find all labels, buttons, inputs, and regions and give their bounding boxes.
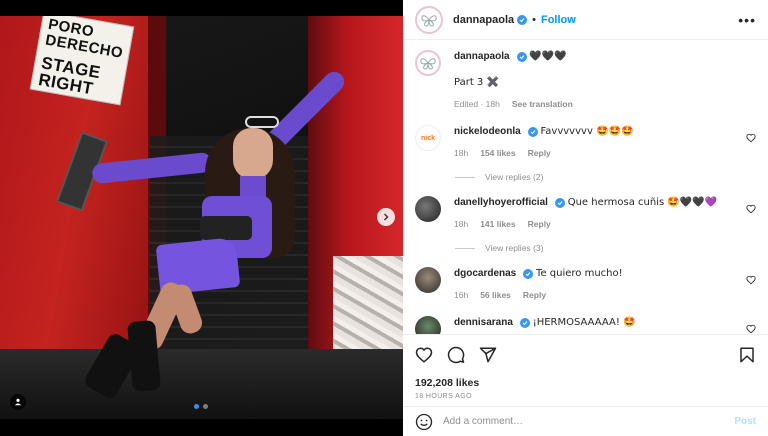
share-paper-plane-icon[interactable] <box>479 346 497 364</box>
post-comment-button[interactable]: Post <box>734 416 756 427</box>
butterfly-logo-icon <box>421 14 437 27</box>
carousel-dot <box>194 404 199 409</box>
post-media: PORO DERECHO STAGE RIGHT <box>0 0 403 436</box>
caption: dannapaola 🖤🖤🖤 Part 3 ✖️ Edited · 18h Se… <box>415 50 756 111</box>
comment-username[interactable]: danellyhoyerofficial <box>454 197 548 208</box>
verified-badge-icon <box>519 318 530 328</box>
edited-time: Edited · 18h <box>454 99 500 109</box>
post-actions: 192,208 likes 18 HOURS AGO Post <box>403 334 768 436</box>
figure-sunglasses <box>245 116 279 128</box>
carousel-dot <box>203 404 208 409</box>
comment-input[interactable] <box>443 416 735 427</box>
reply-button[interactable]: Reply <box>528 217 551 231</box>
stage-sign: PORO DERECHO STAGE RIGHT <box>29 16 135 106</box>
avatar[interactable] <box>415 50 441 76</box>
like-heart-icon[interactable] <box>415 346 433 364</box>
comment-meta: 18h 154 likes Reply <box>454 146 756 160</box>
heart-icon[interactable] <box>746 204 756 214</box>
comment-text: Te quiero mucho! <box>536 268 623 279</box>
caption-body: dannapaola 🖤🖤🖤 Part 3 ✖️ Edited · 18h Se… <box>454 50 756 111</box>
avatar[interactable] <box>415 316 441 334</box>
chevron-right-icon <box>384 213 389 221</box>
comment-username[interactable]: nickelodeonla <box>454 126 521 137</box>
comment: dennisarana ¡HERMOSAAAAA! 🤩 <box>415 316 756 334</box>
view-replies-label: View replies (3) <box>485 243 544 253</box>
comment-text: Favvvvvvv 🤩🤩🤩 <box>540 126 634 137</box>
avatar[interactable] <box>415 267 441 293</box>
more-options-icon[interactable]: ••• <box>738 12 756 28</box>
replies-line <box>455 176 475 178</box>
verified-badge-icon <box>517 14 528 25</box>
avatar[interactable] <box>415 196 441 222</box>
figure-face <box>233 128 273 180</box>
heart-icon[interactable] <box>746 324 756 334</box>
comment: danellyhoyerofficial Que hermosa cuñis 🤩… <box>415 196 756 231</box>
comment-meta: 16h 56 likes Reply <box>454 288 756 302</box>
likes-count[interactable]: 192,208 likes <box>415 377 756 389</box>
comment: nick nickelodeonla Favvvvvvv 🤩🤩🤩 18h 154… <box>415 125 756 160</box>
post-side-panel: dannapaola • Follow ••• dannapaola 🖤🖤🖤 P… <box>403 0 768 436</box>
butterfly-logo-icon <box>420 58 436 70</box>
emoji-smile-icon[interactable] <box>415 413 433 431</box>
comment-body: danellyhoyerofficial Que hermosa cuñis 🤩… <box>454 196 756 231</box>
heart-icon[interactable] <box>746 133 756 143</box>
caption-username[interactable]: dannapaola <box>454 51 510 62</box>
view-replies-label: View replies (2) <box>485 172 544 182</box>
comment-body: dennisarana ¡HERMOSAAAAA! 🤩 <box>454 316 756 334</box>
tagged-users-button[interactable] <box>10 394 26 410</box>
comment-text: Que hermosa cuñis 🤩🖤🖤💜 <box>567 197 718 208</box>
reply-button[interactable]: Reply <box>528 146 551 160</box>
post-timestamp: 18 HOURS AGO <box>415 393 472 400</box>
comment-time: 18h <box>454 148 469 158</box>
comment-text: ¡HERMOSAAAAA! 🤩 <box>532 317 636 328</box>
view-replies-button[interactable]: View replies (2) <box>455 172 756 182</box>
caption-text: Part 3 ✖️ <box>454 77 499 88</box>
comment-bubble-icon[interactable] <box>447 346 465 364</box>
comments-list[interactable]: dannapaola 🖤🖤🖤 Part 3 ✖️ Edited · 18h Se… <box>403 40 768 334</box>
figure-belt <box>200 216 252 240</box>
comment: dgocardenas Te quiero mucho! 16h 56 like… <box>415 267 756 302</box>
user-icon <box>14 398 22 406</box>
next-slide-button[interactable] <box>377 208 395 226</box>
header-username[interactable]: dannapaola <box>453 14 514 26</box>
action-icons <box>415 345 756 365</box>
comment-likes[interactable]: 56 likes <box>480 288 511 302</box>
follow-button[interactable]: Follow <box>541 14 576 26</box>
separator-dot: • <box>532 13 536 26</box>
comment-time: 18h <box>454 219 469 229</box>
bookmark-icon[interactable] <box>738 346 756 364</box>
post-photo[interactable]: PORO DERECHO STAGE RIGHT <box>0 16 403 419</box>
post-dialog: PORO DERECHO STAGE RIGHT dannapaola • Fo… <box>0 0 768 436</box>
post-header: dannapaola • Follow ••• <box>403 0 768 40</box>
comment-likes[interactable]: 141 likes <box>480 217 515 231</box>
comment-username[interactable]: dennisarana <box>454 317 513 328</box>
view-replies-button[interactable]: View replies (3) <box>455 243 756 253</box>
verified-badge-icon <box>527 127 538 137</box>
figure-boot-right <box>127 319 161 393</box>
replies-line <box>455 247 475 249</box>
comment-likes[interactable]: 154 likes <box>480 146 515 160</box>
reply-button[interactable]: Reply <box>523 288 546 302</box>
see-translation-link[interactable]: See translation <box>512 97 573 111</box>
comment-body: nickelodeonla Favvvvvvv 🤩🤩🤩 18h 154 like… <box>454 125 756 160</box>
comment-meta: 18h 141 likes Reply <box>454 217 756 231</box>
caption-emoji-title: 🖤🖤🖤 <box>529 51 567 62</box>
heart-icon[interactable] <box>746 275 756 285</box>
caption-meta: Edited · 18h See translation <box>454 97 756 111</box>
avatar[interactable] <box>415 5 443 34</box>
carousel-indicator <box>194 404 208 409</box>
verified-badge-icon <box>523 269 534 279</box>
verified-badge-icon <box>516 52 527 62</box>
comment-body: dgocardenas Te quiero mucho! 16h 56 like… <box>454 267 756 302</box>
comment-username[interactable]: dgocardenas <box>454 268 516 279</box>
avatar[interactable]: nick <box>415 125 441 151</box>
verified-badge-icon <box>554 198 565 208</box>
comment-time: 16h <box>454 290 469 300</box>
add-comment-bar: Post <box>403 406 768 436</box>
